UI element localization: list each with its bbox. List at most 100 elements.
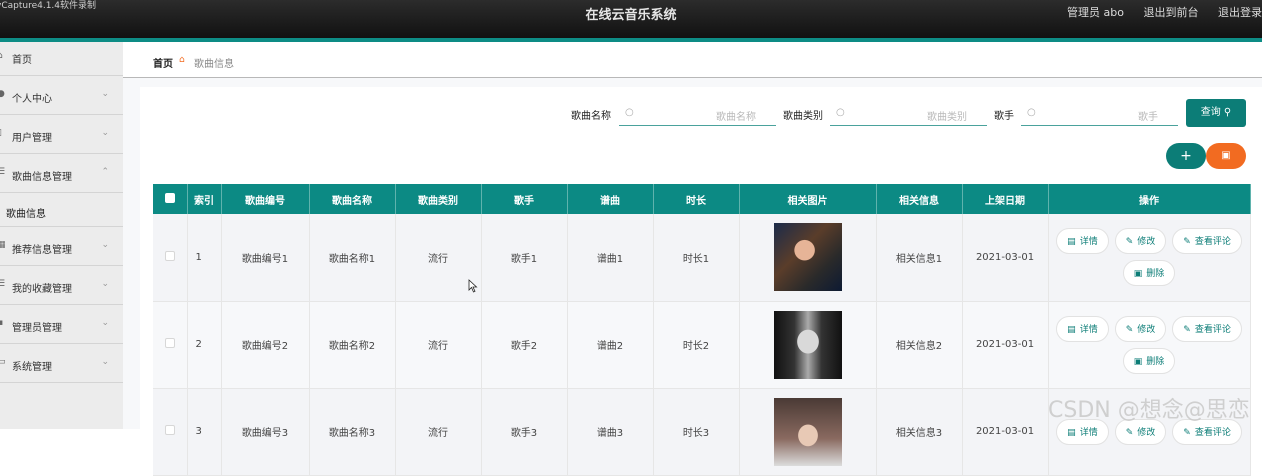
cell-index: 1 bbox=[187, 214, 222, 302]
pencil-icon: ✎ bbox=[1125, 427, 1134, 438]
select-all-cell[interactable] bbox=[153, 184, 188, 214]
detail-button[interactable]: ▤ 详情 bbox=[1056, 315, 1109, 342]
column-header: 歌手 bbox=[481, 184, 568, 214]
home-icon: ⌂ bbox=[179, 55, 185, 65]
sidebar-subitem-label: 歌曲信息 bbox=[6, 209, 46, 220]
sidebar-item-recommend[interactable]: ▦ 推荐信息管理 ⌄ bbox=[0, 227, 123, 266]
query-button-label: 查询 bbox=[1200, 107, 1221, 118]
add-button[interactable]: + bbox=[1166, 143, 1206, 169]
users-icon: ▯ bbox=[0, 128, 7, 138]
edit-button[interactable]: ✎ 修改 bbox=[1114, 315, 1167, 342]
sidebar-item-admins[interactable]: ▪ 管理员管理 ⌄ bbox=[0, 305, 123, 344]
sidebar-item-label: 歌曲信息管理 bbox=[12, 172, 72, 183]
sidebar-subitem-song-info[interactable]: 歌曲信息 bbox=[0, 193, 123, 227]
sidebar-item-profile[interactable]: ● 个人中心 ⌄ bbox=[0, 76, 123, 115]
header-links: 管理员 abo 退出到前台 退出登录 bbox=[1051, 4, 1262, 20]
cell-composer: 谱曲1 bbox=[567, 214, 654, 302]
cell-ops: ▤ 详情 ✎ 修改 ✎ 查看评论 ▣ 删除 bbox=[1048, 301, 1251, 389]
settings-icon: ▭ bbox=[0, 357, 6, 367]
logout-link[interactable]: 退出登录 bbox=[1218, 6, 1262, 19]
view-comments-button[interactable]: ✎ 查看评论 bbox=[1172, 315, 1242, 342]
sidebar-item-label: 系统管理 bbox=[12, 362, 52, 373]
select-all-checkbox[interactable] bbox=[164, 192, 175, 203]
back-to-front-link[interactable]: 退出到前台 bbox=[1144, 6, 1199, 19]
pencil-icon: ✎ bbox=[1183, 324, 1191, 335]
singer-label: 歌手 bbox=[994, 111, 1014, 122]
query-button[interactable]: 查询 ⚲ bbox=[1186, 99, 1246, 127]
cell-singer: 歌手1 bbox=[481, 214, 568, 302]
table-row: 1 歌曲编号1 歌曲名称1 流行 歌手1 谱曲1 时长1 相关信息1 2021-… bbox=[153, 214, 1251, 302]
sidebar-item-users[interactable]: ▯ 用户管理 ⌄ bbox=[0, 115, 123, 154]
table-header-row: 索引 歌曲编号 歌曲名称 歌曲类别 歌手 谱曲 时长 相关图片 相关信息 上架日… bbox=[153, 184, 1251, 214]
document-icon: ▤ bbox=[1067, 237, 1076, 248]
singer-input[interactable]: ○ 歌手 bbox=[1021, 102, 1178, 126]
batch-delete-button[interactable]: ▣ bbox=[1206, 143, 1246, 169]
cell-composer: 谱曲2 bbox=[567, 301, 654, 389]
cell-singer: 歌手2 bbox=[481, 301, 568, 389]
cell-name: 歌曲名称1 bbox=[309, 214, 396, 302]
cell-code: 歌曲编号1 bbox=[221, 214, 310, 302]
song-image bbox=[773, 397, 842, 466]
cell-composer: 谱曲3 bbox=[567, 388, 654, 476]
sidebar-item-favorites[interactable]: ☰ 我的收藏管理 ⌄ bbox=[0, 266, 123, 305]
sidebar-item-songs[interactable]: ☰ 歌曲信息管理 ⌃ bbox=[0, 154, 123, 193]
sidebar-item-label: 首页 bbox=[12, 55, 32, 66]
delete-button[interactable]: ▣ 删除 bbox=[1122, 260, 1176, 287]
detail-button[interactable]: ▤ 详情 bbox=[1056, 228, 1109, 255]
view-comments-button[interactable]: ✎ 查看评论 bbox=[1172, 228, 1242, 255]
column-header: 歌曲类别 bbox=[395, 184, 482, 214]
cell-type: 流行 bbox=[395, 388, 482, 476]
breadcrumb-current: 歌曲信息 bbox=[194, 59, 234, 70]
search-icon: ○ bbox=[836, 107, 845, 118]
cell-index: 3 bbox=[187, 388, 222, 476]
song-image bbox=[773, 223, 842, 292]
song-type-input[interactable]: ○ 歌曲类别 bbox=[830, 102, 987, 126]
top-header: vCapture4.1.4软件录制 在线云音乐系统 管理员 abo 退出到前台 … bbox=[0, 0, 1262, 38]
search-icon: ○ bbox=[625, 107, 634, 118]
songs-table: 索引 歌曲编号 歌曲名称 歌曲类别 歌手 谱曲 时长 相关图片 相关信息 上架日… bbox=[153, 184, 1251, 476]
row-checkbox[interactable] bbox=[164, 338, 175, 348]
cell-code: 歌曲编号3 bbox=[221, 388, 310, 476]
document-icon: ▤ bbox=[1067, 324, 1076, 335]
chevron-down-icon: ⌄ bbox=[101, 318, 109, 328]
breadcrumb-home[interactable]: 首页 bbox=[153, 55, 173, 70]
sidebar-item-label: 管理员管理 bbox=[12, 323, 62, 334]
sidebar-item-label: 推荐信息管理 bbox=[12, 245, 72, 256]
column-header: 时长 bbox=[653, 184, 740, 214]
song-name-label: 歌曲名称 bbox=[571, 111, 611, 122]
row-checkbox[interactable] bbox=[164, 250, 175, 261]
cell-info: 相关信息1 bbox=[876, 214, 963, 302]
chevron-down-icon: ⌄ bbox=[101, 89, 109, 99]
cell-date: 2021-03-01 bbox=[962, 388, 1049, 476]
sidebar-item-label: 我的收藏管理 bbox=[12, 284, 72, 295]
sidebar-item-system[interactable]: ▭ 系统管理 ⌄ bbox=[0, 344, 123, 383]
admin-user-link[interactable]: 管理员 abo bbox=[1067, 6, 1124, 19]
chevron-down-icon: ⌄ bbox=[101, 240, 109, 250]
sidebar-item-home[interactable]: ⌂ 首页 bbox=[0, 42, 123, 76]
breadcrumb: 首页 ⌂ 歌曲信息 bbox=[123, 42, 1262, 78]
admin-icon: ▪ bbox=[0, 318, 4, 328]
cell-index: 2 bbox=[187, 301, 222, 389]
cell-duration: 时长3 bbox=[653, 388, 740, 476]
singer-placeholder: 歌手 bbox=[1138, 112, 1158, 123]
mouse-cursor-icon bbox=[468, 279, 478, 293]
table-row: 2 歌曲编号2 歌曲名称2 流行 歌手2 谱曲2 时长2 相关信息2 2021-… bbox=[153, 301, 1251, 389]
row-checkbox[interactable] bbox=[164, 425, 175, 435]
user-icon: ● bbox=[0, 89, 5, 99]
cell-name: 歌曲名称2 bbox=[309, 301, 396, 389]
delete-button[interactable]: ▣ 删除 bbox=[1122, 347, 1176, 374]
edit-button[interactable]: ✎ 修改 bbox=[1114, 228, 1167, 255]
column-header: 歌曲编号 bbox=[221, 184, 310, 214]
cell-ops: ▤ 详情 ✎ 修改 ✎ 查看评论 ▣ 删除 bbox=[1048, 214, 1251, 302]
grid-icon: ▦ bbox=[0, 240, 6, 250]
sidebar-item-label: 个人中心 bbox=[12, 94, 52, 105]
cell-type: 流行 bbox=[395, 301, 482, 389]
csdn-watermark: CSDN @想念@思恋 bbox=[1048, 398, 1250, 423]
column-header: 相关图片 bbox=[739, 184, 877, 214]
cell-duration: 时长1 bbox=[653, 214, 740, 302]
cell-info: 相关信息2 bbox=[876, 301, 963, 389]
main-content: 首页 ⌂ 歌曲信息 歌曲名称 ○ 歌曲名称 歌曲类别 ○ 歌曲类别 歌手 ○ 歌… bbox=[123, 42, 1262, 476]
cell-code: 歌曲编号2 bbox=[221, 301, 310, 389]
cell-singer: 歌手3 bbox=[481, 388, 568, 476]
song-name-input[interactable]: ○ 歌曲名称 bbox=[619, 102, 776, 126]
